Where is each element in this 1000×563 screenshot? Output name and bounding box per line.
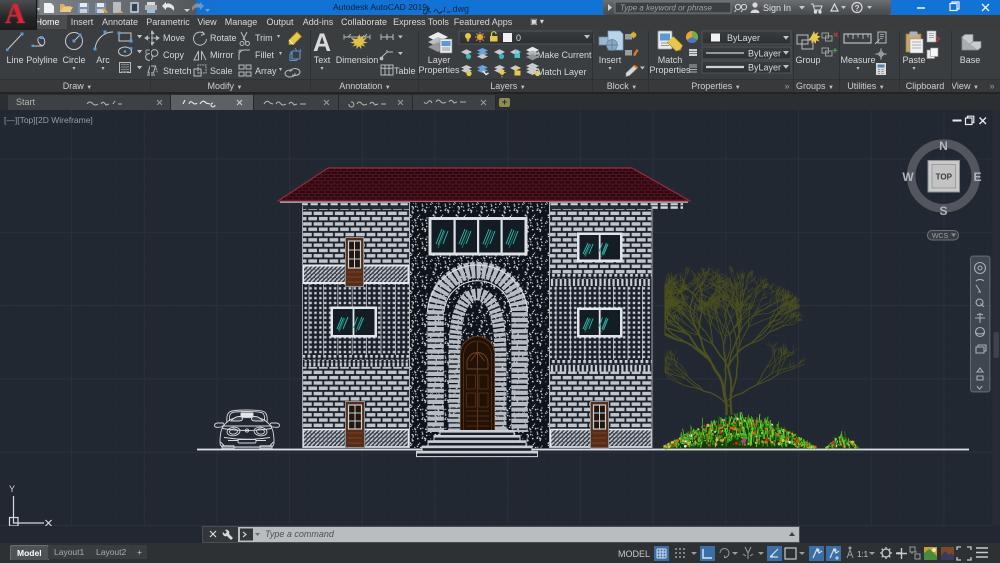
svg-text:E: E: [973, 170, 981, 184]
svg-text:1:1: 1:1: [857, 550, 869, 559]
svg-text:Type a keyword or phrase: Type a keyword or phrase: [620, 4, 712, 13]
svg-text:ByLayer: ByLayer: [748, 49, 781, 59]
svg-text:0: 0: [516, 33, 521, 43]
svg-text:?: ?: [855, 4, 860, 13]
svg-text:ByLayer: ByLayer: [748, 63, 781, 73]
svg-text:ByLayer: ByLayer: [727, 33, 760, 43]
svg-text:Sign In: Sign In: [763, 3, 791, 13]
svg-text:.dwg: .dwg: [450, 4, 469, 14]
svg-text:MODEL: MODEL: [618, 549, 650, 559]
svg-text:N: N: [939, 139, 948, 153]
svg-text:TOP: TOP: [936, 173, 953, 182]
svg-text:A: A: [313, 29, 331, 57]
svg-text:W: W: [902, 170, 914, 184]
svg-text:Y: Y: [9, 484, 15, 494]
svg-text:S: S: [939, 204, 947, 218]
svg-text:[—][Top][2D Wireframe]: [—][Top][2D Wireframe]: [4, 115, 93, 125]
svg-text:WCS: WCS: [932, 233, 949, 240]
